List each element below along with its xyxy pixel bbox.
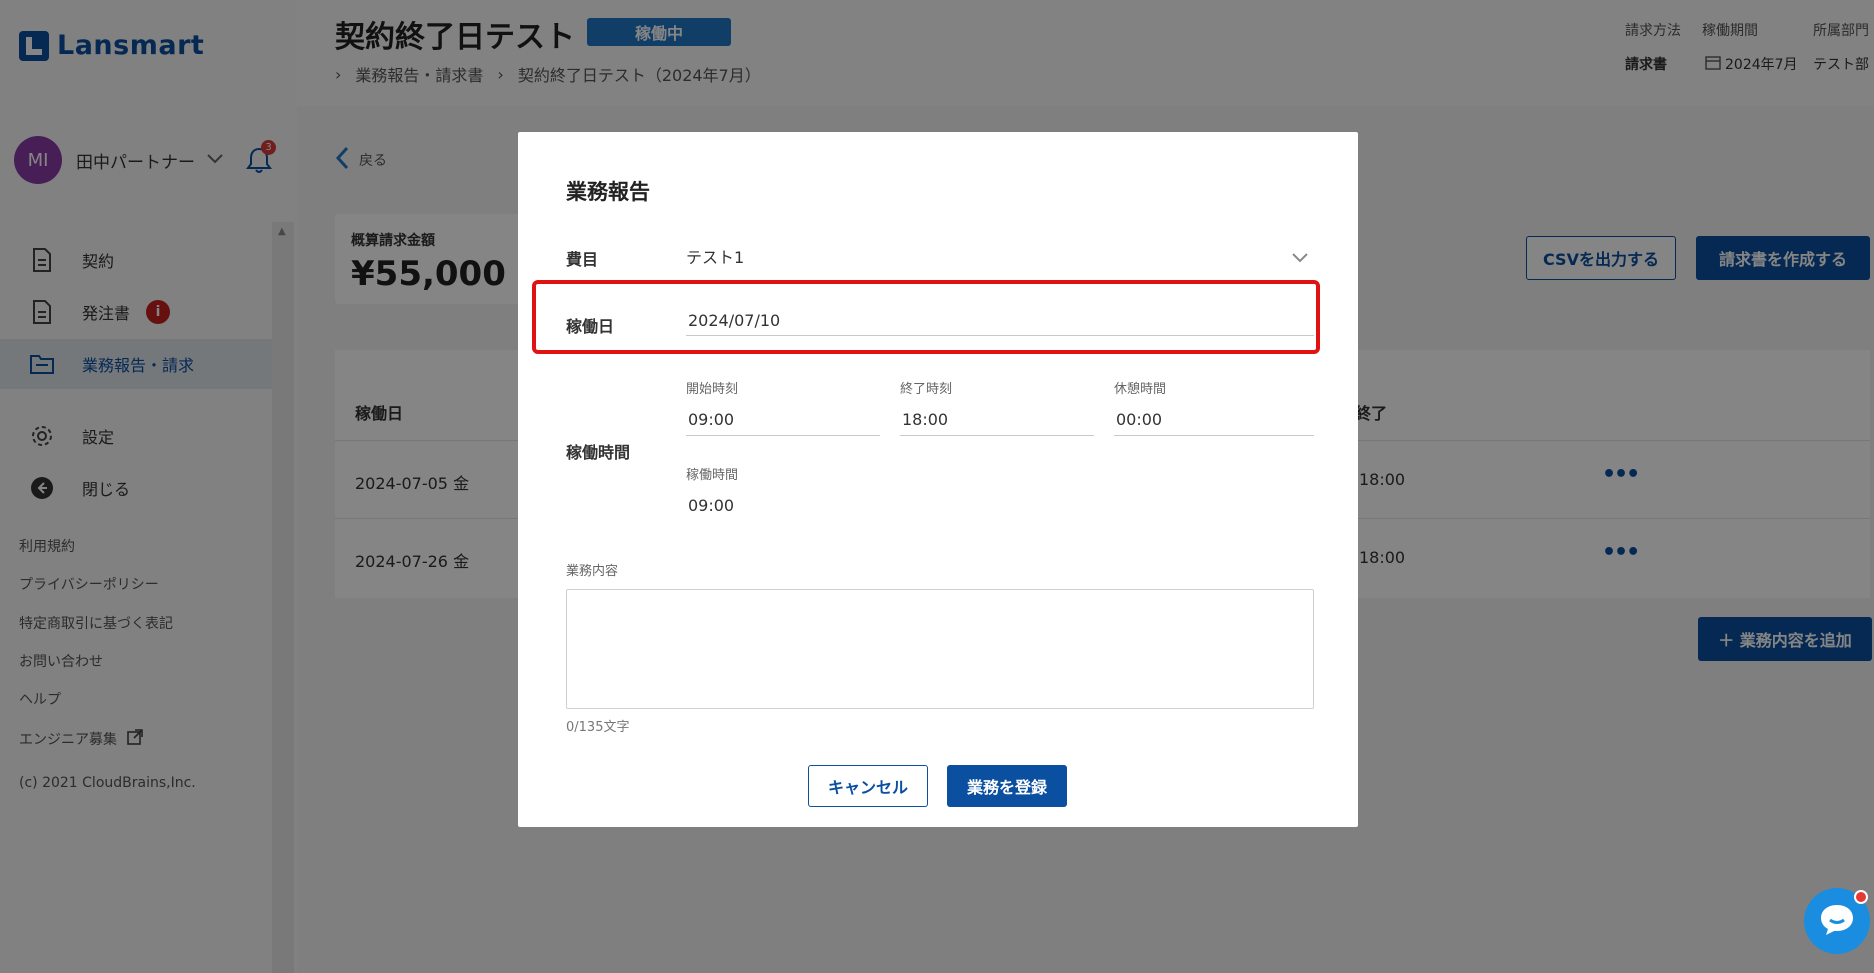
- chat-icon: [1818, 902, 1856, 940]
- start-time-label: 開始時刻: [686, 382, 739, 397]
- chat-button[interactable]: [1804, 888, 1870, 954]
- work-report-modal: 業務報告 費目 テスト1 稼働日 2024/07/10 稼働時間 開始時刻 09…: [518, 132, 1358, 827]
- duration-label: 稼働時間: [686, 468, 739, 483]
- chat-notification-dot: [1854, 890, 1868, 904]
- start-time-value: 09:00: [688, 410, 735, 429]
- workday-value: 2024/07/10: [688, 311, 781, 330]
- modal-title: 業務報告: [566, 180, 650, 204]
- workday-label: 稼働日: [566, 317, 615, 336]
- start-time-input[interactable]: 09:00: [686, 400, 880, 436]
- input-underline: [1114, 435, 1314, 436]
- content-label: 業務内容: [566, 564, 619, 579]
- input-underline: [686, 435, 880, 436]
- duration-value: 09:00: [688, 496, 735, 515]
- cancel-button[interactable]: キャンセル: [808, 765, 928, 807]
- input-underline: [900, 435, 1094, 436]
- expense-select[interactable]: テスト1: [686, 236, 1314, 272]
- expense-value: テスト1: [686, 248, 745, 267]
- worktime-label: 稼働時間: [566, 443, 631, 462]
- char-counter: 0/135文字: [566, 720, 630, 735]
- break-time-input[interactable]: 00:00: [1114, 400, 1314, 436]
- end-time-input[interactable]: 18:00: [900, 400, 1094, 436]
- end-time-value: 18:00: [902, 410, 949, 429]
- input-underline: [686, 335, 1314, 336]
- break-time-label: 休憩時間: [1114, 382, 1167, 397]
- content-textarea[interactable]: [566, 589, 1314, 709]
- chevron-down-icon: [1292, 248, 1308, 267]
- end-time-label: 終了時刻: [900, 382, 953, 397]
- expense-label: 費目: [566, 250, 599, 269]
- break-time-value: 00:00: [1116, 410, 1163, 429]
- submit-button[interactable]: 業務を登録: [947, 765, 1067, 807]
- workday-input[interactable]: 2024/07/10: [686, 300, 1314, 336]
